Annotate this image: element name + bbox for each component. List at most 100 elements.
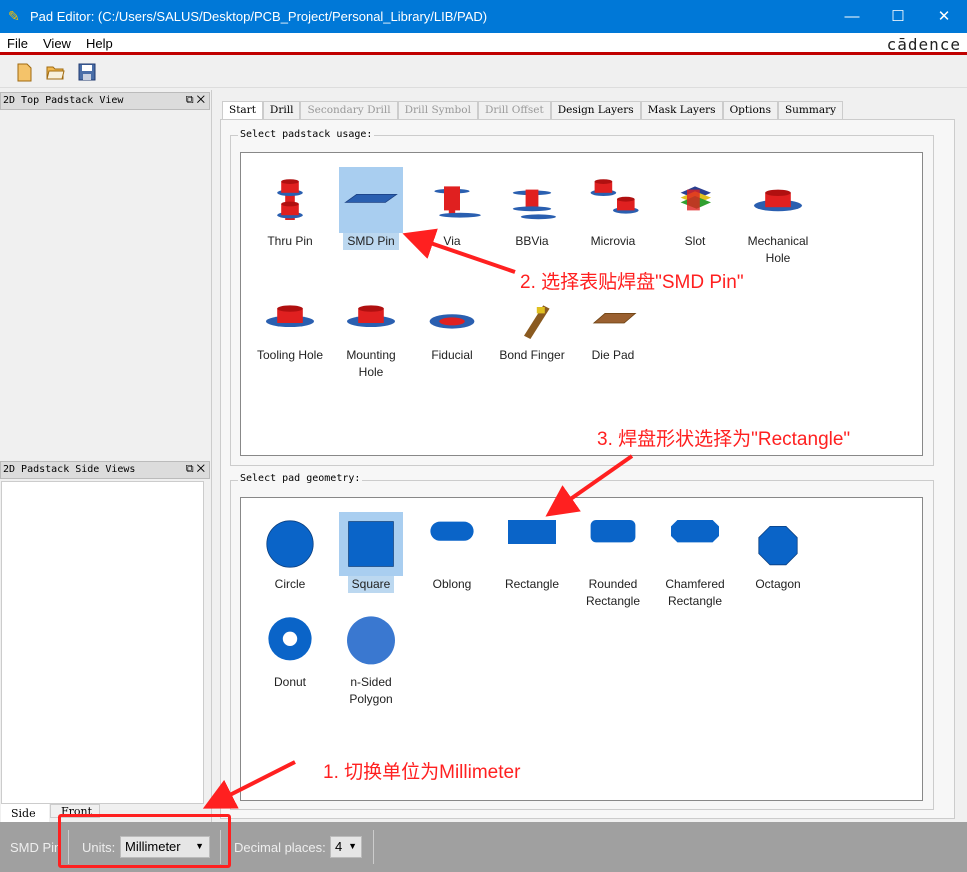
geometry-title: Select pad geometry: — [238, 473, 363, 484]
slot-option[interactable]: Slot — [655, 167, 735, 250]
tooling-hole-label: Tooling Hole — [256, 348, 324, 362]
die-pad-label: Die Pad — [591, 348, 635, 362]
side-view-canvas — [1, 481, 204, 804]
tab-start[interactable]: Start — [222, 101, 263, 121]
n-sided-polygon-option[interactable]: n-Sided Polygon — [331, 610, 411, 708]
donut-icon — [258, 610, 322, 674]
tab-drill-symbol: Drill Symbol — [397, 101, 478, 120]
via-icon — [420, 167, 484, 233]
fiducial-label: Fiducial — [431, 348, 473, 362]
octagon-label: Octagon — [755, 577, 801, 591]
via-option[interactable]: Via — [412, 167, 492, 250]
mounting-hole-option[interactable]: Mounting Hole — [331, 283, 411, 381]
mounting-hole-icon — [339, 283, 403, 347]
side-view-header: 2D Padstack Side Views ⧉ ✕ — [0, 461, 210, 479]
mechanical-hole-option[interactable]: Mechanical Hole — [738, 167, 818, 267]
mechanical-hole-icon — [746, 167, 810, 233]
tab-design-layers[interactable]: Design Layers — [550, 101, 641, 120]
slot-label: Slot — [684, 234, 706, 248]
decimal-label: Decimal places: — [234, 840, 326, 855]
die-pad-option[interactable]: Die Pad — [573, 283, 653, 364]
rectangle-icon — [500, 512, 564, 576]
circle-option[interactable]: Circle — [250, 512, 330, 593]
menu-help[interactable]: Help — [86, 36, 113, 51]
smd-pin-option[interactable]: SMD Pin — [331, 167, 411, 250]
oblong-option[interactable]: Oblong — [412, 512, 492, 593]
cadence-logo: cādence — [886, 35, 961, 54]
tab-mask-layers[interactable]: Mask Layers — [640, 101, 723, 120]
side-view-title: 2D Padstack Side Views — [3, 464, 136, 475]
menu-file[interactable]: File — [7, 36, 28, 51]
slot-icon — [663, 167, 727, 233]
decimal-value: 4 — [335, 839, 343, 854]
save-icon[interactable] — [77, 62, 97, 82]
rounded-rectangle-icon — [581, 512, 645, 576]
microvia-label: Microvia — [590, 234, 636, 248]
annotation-rectangle: 3. 焊盘形状选择为"Rectangle" — [597, 429, 851, 450]
bond-finger-option[interactable]: Bond Finger — [492, 283, 572, 364]
thru-pin-option[interactable]: Thru Pin — [250, 167, 330, 250]
chamfered-rectangle-icon — [663, 512, 727, 576]
units-highlight-box — [58, 814, 231, 868]
donut-option[interactable]: Donut — [250, 610, 330, 691]
top-view-title: 2D Top Padstack View — [3, 95, 124, 106]
microvia-option[interactable]: Microvia — [573, 167, 653, 250]
close-button[interactable]: ✕ — [921, 0, 967, 33]
rectangle-option[interactable]: Rectangle — [492, 512, 572, 593]
window-title: Pad Editor: (C:/Users/SALUS/Desktop/PCB_… — [30, 9, 488, 24]
square-label: Square — [347, 576, 395, 593]
tab-side[interactable]: Side — [1, 804, 49, 822]
chamfered-rectangle-option[interactable]: Chamfered Rectangle — [655, 512, 735, 610]
new-file-icon[interactable] — [14, 62, 34, 82]
tab-bar: Start Drill Secondary Drill Drill Symbol Dri… — [222, 101, 844, 121]
tooling-hole-icon — [258, 283, 322, 347]
menu-bar: File View Help cādence — [0, 33, 967, 55]
thru-pin-icon — [258, 167, 322, 233]
fiducial-option[interactable]: Fiducial — [412, 283, 492, 364]
oblong-icon — [420, 512, 484, 576]
top-view-header: 2D Top Padstack View ⧉ ✕ — [0, 92, 210, 110]
bond-finger-label: Bond Finger — [499, 348, 565, 362]
minimize-button[interactable]: — — [829, 0, 875, 33]
app-icon: ✎ — [8, 8, 20, 24]
chamfered-rectangle-label: Chamfered Rectangle — [665, 577, 725, 608]
bbvia-label: BBVia — [515, 234, 549, 248]
tab-summary[interactable]: Summary — [777, 101, 844, 120]
circle-icon — [258, 512, 322, 576]
usage-title: Select padstack usage: — [238, 129, 375, 140]
bbvia-icon — [500, 167, 564, 233]
menu-view[interactable]: View — [43, 36, 71, 51]
maximize-button[interactable]: ☐ — [875, 0, 921, 33]
title-bar: ✎ Pad Editor: (C:/Users/SALUS/Desktop/PC… — [0, 0, 967, 33]
tab-secondary-drill: Secondary Drill — [300, 101, 398, 120]
tab-options[interactable]: Options — [722, 101, 778, 120]
float-close-icon[interactable]: ⧉ ✕ — [186, 463, 205, 476]
microvia-icon — [581, 167, 645, 233]
octagon-option[interactable]: Octagon — [738, 512, 818, 593]
decimal-dropdown[interactable]: 4 ▼ — [330, 836, 362, 858]
tab-drill-offset: Drill Offset — [477, 101, 551, 120]
oblong-label: Oblong — [432, 577, 472, 591]
via-label: Via — [443, 234, 461, 248]
open-folder-icon[interactable] — [45, 62, 65, 82]
square-option[interactable]: Square — [331, 512, 411, 593]
tooling-hole-option[interactable]: Tooling Hole — [250, 283, 330, 364]
donut-label: Donut — [273, 675, 307, 689]
mounting-hole-label: Mounting Hole — [346, 348, 396, 379]
annotation-smd-pin: 2. 选择表贴焊盘"SMD Pin" — [520, 272, 744, 293]
bbvia-option[interactable]: BBVia — [492, 167, 572, 250]
n-sided-polygon-icon — [339, 610, 403, 674]
square-icon — [339, 512, 403, 576]
chevron-down-icon: ▼ — [348, 841, 357, 851]
octagon-icon — [746, 512, 810, 576]
mechanical-hole-label: Mechanical Hole — [747, 234, 809, 265]
usage-status: SMD Pin — [10, 840, 58, 855]
annotation-units: 1. 切换单位为Millimeter — [323, 762, 521, 783]
rounded-rectangle-option[interactable]: Rounded Rectangle — [573, 512, 653, 610]
fiducial-icon — [420, 283, 484, 347]
rectangle-label: Rectangle — [504, 577, 560, 591]
float-close-icon[interactable]: ⧉ ✕ — [186, 94, 205, 107]
tab-drill[interactable]: Drill — [262, 101, 301, 120]
thru-pin-label: Thru Pin — [267, 234, 313, 248]
smd-pin-label: SMD Pin — [343, 233, 399, 250]
